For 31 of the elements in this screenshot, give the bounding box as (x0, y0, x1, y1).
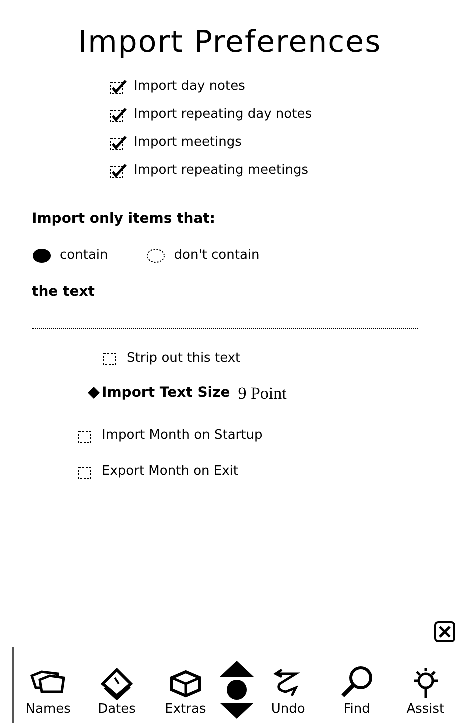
find-button[interactable]: Find (322, 664, 392, 719)
checkbox-label[interactable]: Export Month on Exit (102, 462, 239, 482)
checkbox-label[interactable]: Import Month on Startup (102, 426, 263, 446)
dates-button[interactable]: Dates (82, 664, 152, 719)
scroll-down-button[interactable] (220, 703, 254, 719)
checkbox[interactable] (110, 80, 128, 94)
page-title: Import Preferences (77, 24, 383, 62)
checkbox[interactable] (110, 108, 128, 122)
assist-button[interactable]: Assist (391, 664, 460, 719)
radio-button[interactable] (146, 248, 166, 264)
radio-label[interactable]: don't contain (174, 246, 260, 266)
extras-button[interactable]: Extras (151, 664, 220, 719)
radio-label[interactable]: contain (60, 246, 108, 266)
checkbox-label[interactable]: Strip out this text (127, 348, 241, 368)
checkbox[interactable] (110, 136, 128, 150)
field-label: the text (32, 282, 96, 302)
overview-button[interactable] (226, 679, 248, 701)
popup-button[interactable]: Import Text Size (88, 382, 230, 404)
radio-button[interactable] (32, 248, 52, 264)
diamond-icon (88, 387, 100, 400)
checkbox-label[interactable]: Import day notes (134, 77, 246, 97)
checkbox-label[interactable]: Import meetings (134, 133, 242, 153)
names-button[interactable]: Names (14, 664, 83, 719)
scroll-up-button[interactable] (220, 661, 254, 677)
undo-button[interactable]: Undo (254, 664, 323, 719)
checkbox-label[interactable]: Import repeating day notes (134, 105, 312, 125)
checkbox[interactable] (110, 164, 128, 178)
close-button[interactable] (434, 621, 456, 643)
section-heading: Import only items that: (32, 210, 216, 229)
popup-value: 9 Point (238, 382, 287, 404)
checkbox-label[interactable]: Import repeating meetings (134, 161, 309, 181)
